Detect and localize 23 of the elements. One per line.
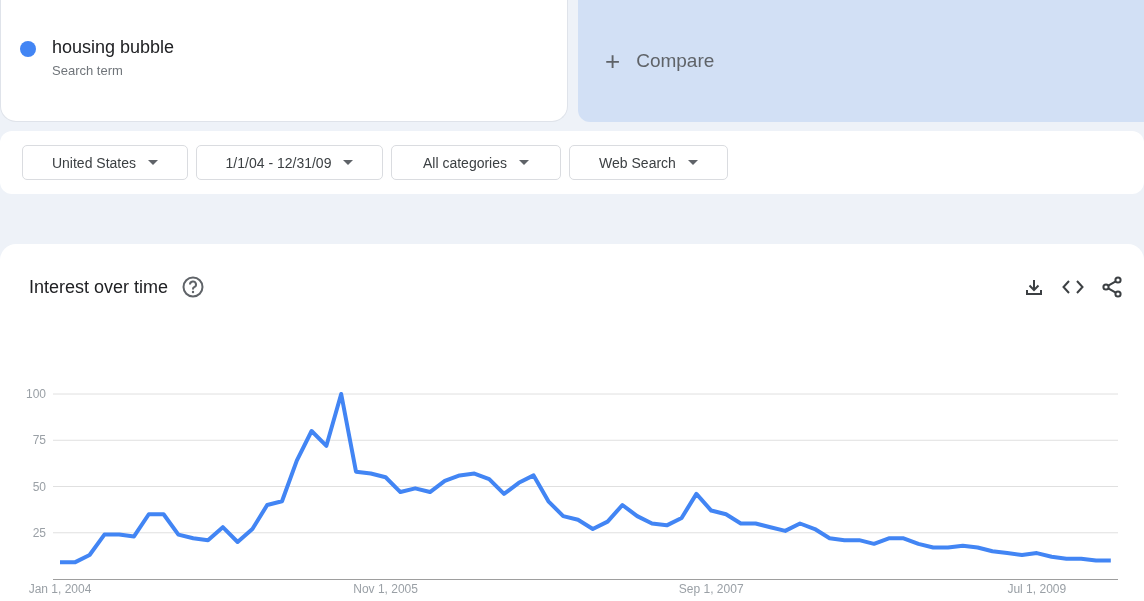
- filter-dropdown[interactable]: Web Search: [569, 145, 728, 180]
- dropdown-arrow-icon: [148, 160, 159, 165]
- y-axis-label: 100: [25, 387, 46, 401]
- dropdown-arrow-icon: [519, 160, 529, 165]
- filter-dropdown[interactable]: All categories: [391, 145, 561, 180]
- filter-dropdown[interactable]: 1/1/04 - 12/31/09: [196, 145, 383, 180]
- filter-dropdown[interactable]: United States: [22, 145, 188, 180]
- search-term: housing bubble: [52, 37, 175, 58]
- dropdown-arrow-icon: [687, 160, 698, 165]
- download-icon[interactable]: [1024, 277, 1044, 297]
- y-axis-label: 75: [32, 433, 46, 448]
- x-axis-label: Nov 1, 2005: [353, 582, 418, 596]
- y-axis-label: 50: [32, 479, 46, 494]
- dropdown-arrow-icon: [343, 160, 354, 165]
- x-axis-label: Sep 1, 2007: [678, 582, 744, 596]
- compare-button[interactable]: + Compare: [578, 0, 1144, 122]
- section-title: Interest over time: [29, 276, 169, 298]
- x-axis-label: Jul 1, 2009: [1007, 582, 1067, 596]
- y-axis-label: 25: [32, 525, 46, 540]
- help-icon[interactable]: [182, 276, 205, 298]
- search-term-caption: Search term: [52, 63, 124, 78]
- share-icon[interactable]: [1102, 276, 1122, 298]
- x-axis-label: Jan 1, 2004: [28, 582, 92, 596]
